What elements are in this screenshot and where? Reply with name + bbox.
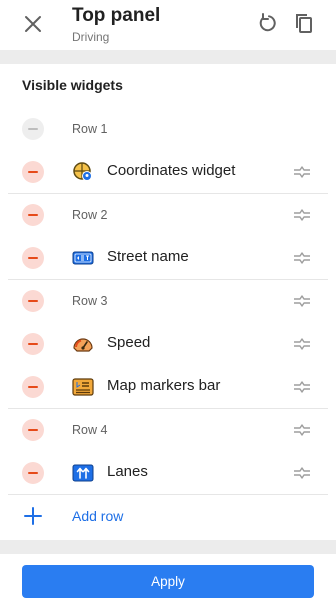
row-label: Row 1 — [72, 122, 108, 136]
drag-handle-icon[interactable] — [292, 252, 312, 264]
section-title: Visible widgets — [22, 77, 123, 93]
list-item[interactable]: Coordinates widget — [0, 150, 336, 193]
drag-handle-icon[interactable] — [292, 338, 312, 350]
row-label: Row 4 — [72, 423, 108, 437]
remove-widget-button[interactable] — [22, 462, 44, 484]
remove-row-button[interactable] — [22, 204, 44, 226]
page-title: Top panel — [72, 5, 161, 26]
plus-icon — [24, 507, 42, 525]
drag-handle-icon[interactable] — [292, 209, 312, 221]
row-header: Row 2 — [0, 193, 336, 236]
lanes-icon — [72, 464, 94, 482]
drag-handle-icon[interactable] — [292, 424, 312, 436]
coordinates-icon — [73, 162, 92, 181]
remove-widget-button[interactable] — [22, 376, 44, 398]
widget-label: Street name — [107, 248, 189, 265]
drag-handle-icon[interactable] — [292, 166, 312, 178]
reset-icon[interactable] — [256, 12, 278, 34]
list-item[interactable]: Speed — [0, 322, 336, 365]
remove-row-button[interactable] — [22, 118, 44, 140]
close-icon[interactable] — [22, 13, 44, 35]
remove-row-button[interactable] — [22, 290, 44, 312]
remove-widget-button[interactable] — [22, 247, 44, 269]
copy-icon[interactable] — [293, 12, 315, 34]
drag-handle-icon[interactable] — [292, 381, 312, 393]
row-label: Row 3 — [72, 294, 108, 308]
divider — [8, 494, 328, 495]
row-header: Row 4 — [0, 408, 336, 451]
street-name-icon — [72, 251, 94, 265]
list-item[interactable]: Street name — [0, 236, 336, 279]
speed-icon — [73, 338, 93, 352]
drag-handle-icon[interactable] — [292, 295, 312, 307]
list-item[interactable]: Lanes — [0, 451, 336, 494]
remove-widget-button[interactable] — [22, 333, 44, 355]
map-markers-icon — [72, 378, 94, 396]
widget-label: Map markers bar — [107, 377, 221, 394]
top-app-bar: Top panel Driving — [0, 0, 336, 50]
widget-label: Speed — [107, 334, 151, 351]
section-divider — [0, 50, 336, 64]
remove-row-button[interactable] — [22, 419, 44, 441]
apply-button[interactable]: Apply — [22, 565, 314, 598]
row-header: Row 3 — [0, 279, 336, 322]
remove-widget-button[interactable] — [22, 161, 44, 183]
add-row-label: Add row — [72, 508, 124, 524]
page-subtitle: Driving — [72, 30, 110, 44]
add-row-button[interactable]: Add row — [0, 496, 336, 536]
list-item[interactable]: Map markers bar — [0, 365, 336, 408]
widget-label: Coordinates widget — [107, 162, 236, 179]
drag-handle-icon[interactable] — [292, 467, 312, 479]
row-label: Row 2 — [72, 208, 108, 222]
widget-label: Lanes — [107, 463, 148, 480]
row-header: Row 1 — [0, 107, 336, 150]
section-divider — [0, 540, 336, 554]
